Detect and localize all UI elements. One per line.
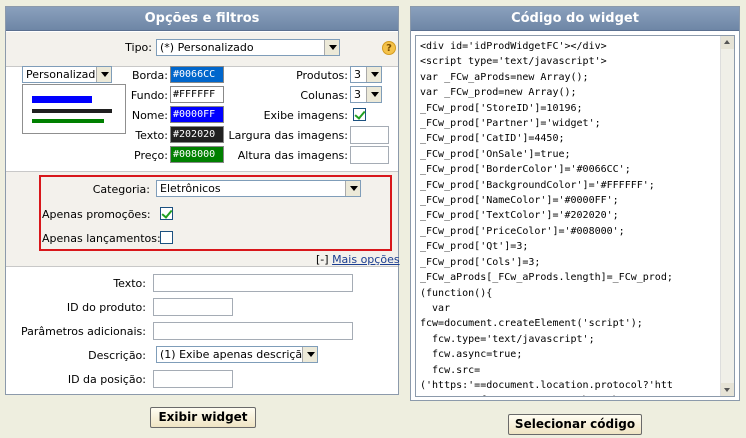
- altura-input[interactable]: [350, 146, 389, 164]
- chevron-down-icon: [366, 67, 381, 82]
- borda-color-field[interactable]: #0066CC: [170, 66, 224, 83]
- altura-label: Altura das imagens:: [237, 149, 348, 162]
- preview-style-select[interactable]: Personalizado: [22, 66, 112, 83]
- parametros-label: Parâmetros adicionais:: [21, 325, 146, 338]
- categoria-select[interactable]: Eletrônicos: [156, 180, 361, 197]
- exibir-widget-button[interactable]: Exibir widget: [150, 407, 256, 428]
- apenas-promocoes-checkbox[interactable]: [160, 207, 173, 220]
- collapse-icon[interactable]: [-]: [316, 253, 329, 266]
- scroll-up-icon[interactable]: [721, 36, 734, 49]
- mais-opcoes-toggle: [-] Mais opções: [316, 253, 400, 266]
- preview-name-bar: [32, 96, 92, 103]
- descricao-value: (1) Exibe apenas descrição curta: [160, 348, 317, 361]
- exibe-imagens-checkbox[interactable]: [353, 108, 366, 121]
- id-posicao-label: ID da posição:: [67, 373, 146, 386]
- mais-opcoes-link[interactable]: Mais opções: [332, 253, 400, 266]
- chevron-down-icon: [96, 67, 111, 82]
- exibe-imagens-label: Exibe imagens:: [263, 109, 348, 122]
- chevron-down-icon: [345, 181, 360, 196]
- tipo-select-value: (*) Personalizado: [160, 41, 254, 54]
- produtos-select[interactable]: 3: [350, 66, 382, 83]
- options-panel-title: Opções e filtros: [6, 7, 398, 31]
- descricao-select[interactable]: (1) Exibe apenas descrição curta: [156, 346, 318, 363]
- borda-label: Borda:: [131, 69, 168, 82]
- chevron-down-icon: [366, 87, 381, 102]
- code-text: <div id='idProdWidgetFC'></div> <script …: [420, 41, 673, 396]
- id-produto-label: ID do produto:: [66, 301, 146, 314]
- help-icon[interactable]: ?: [382, 41, 396, 55]
- preco-color-field[interactable]: #008000: [170, 146, 224, 163]
- largura-label: Largura das imagens:: [228, 129, 348, 142]
- code-panel-title: Código do widget: [411, 7, 739, 31]
- apenas-promocoes-label: Apenas promoções:: [42, 208, 151, 221]
- preview-price-bar: [32, 119, 104, 123]
- id-produto-input[interactable]: [153, 298, 233, 316]
- widget-preview: [22, 84, 126, 134]
- categoria-label: Categoria:: [92, 183, 150, 196]
- nome-label: Nome:: [131, 109, 168, 122]
- code-scrollbar[interactable]: [720, 36, 734, 396]
- preco-label: Preço:: [134, 149, 168, 162]
- largura-input[interactable]: [350, 126, 389, 144]
- texto-color-field[interactable]: #202020: [170, 126, 224, 143]
- code-panel: Código do widget <div id='idProdWidgetFC…: [410, 6, 740, 401]
- descricao-label: Descrição:: [88, 349, 146, 362]
- id-posicao-input[interactable]: [153, 370, 233, 388]
- options-panel: Opções e filtros Tipo: (*) Personalizado…: [5, 6, 400, 395]
- categoria-value: Eletrônicos: [160, 182, 221, 195]
- scroll-down-icon[interactable]: [721, 383, 734, 396]
- produtos-value: 3: [354, 68, 361, 81]
- preview-style-value: Personalizado: [26, 68, 103, 81]
- colunas-select[interactable]: 3: [350, 86, 382, 103]
- code-textarea[interactable]: <div id='idProdWidgetFC'></div> <script …: [415, 35, 735, 397]
- tipo-select[interactable]: (*) Personalizado: [156, 39, 340, 56]
- tipo-label: Tipo:: [125, 41, 152, 54]
- texto-color-label: Texto:: [135, 129, 168, 142]
- preview-text-bar: [32, 109, 112, 113]
- texto-label: Texto:: [113, 277, 146, 290]
- fundo-color-field[interactable]: #FFFFFF: [170, 86, 224, 103]
- nome-color-field[interactable]: #0000FF: [170, 106, 224, 123]
- texto-input[interactable]: [153, 274, 353, 292]
- chevron-down-icon: [302, 347, 317, 362]
- chevron-down-icon: [324, 40, 339, 55]
- produtos-label: Produtos:: [296, 69, 348, 82]
- divider: [6, 266, 398, 267]
- colunas-label: Colunas:: [300, 89, 348, 102]
- colunas-value: 3: [354, 88, 361, 101]
- fundo-label: Fundo:: [130, 89, 168, 102]
- apenas-lancamentos-label: Apenas lançamentos:: [42, 232, 161, 245]
- apenas-lancamentos-checkbox[interactable]: [160, 231, 173, 244]
- selecionar-codigo-button[interactable]: Selecionar código: [508, 414, 642, 435]
- parametros-input[interactable]: [153, 322, 353, 340]
